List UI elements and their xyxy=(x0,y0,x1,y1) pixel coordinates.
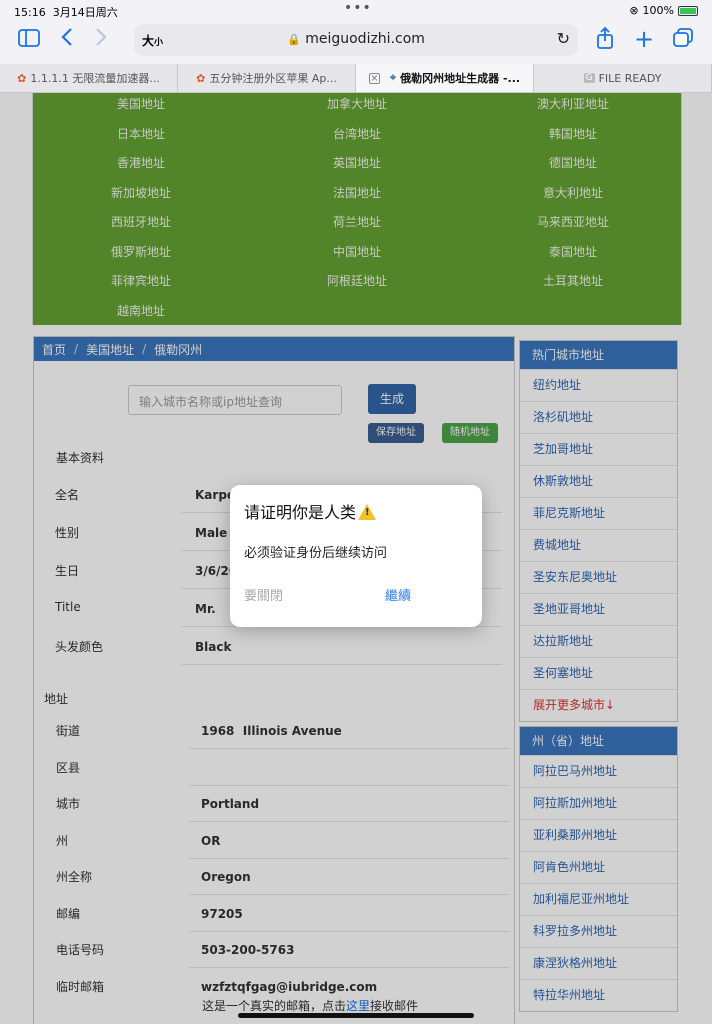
browser-toolbar: 大小 🔒 meiguodizhi.com ↻ + xyxy=(0,22,712,64)
dialog-continue-button[interactable]: 繼續 xyxy=(385,585,411,604)
link-icon: ⊗ xyxy=(629,4,639,17)
tabs-overview-icon[interactable] xyxy=(672,28,694,53)
sidebar-icon[interactable] xyxy=(18,28,40,52)
flower-icon: ✿ xyxy=(17,71,27,85)
map-pin-icon: ⌖ xyxy=(389,71,397,84)
home-indicator[interactable] xyxy=(238,1013,474,1018)
status-right: ⊗ 100% xyxy=(629,4,698,17)
battery-icon xyxy=(678,5,698,16)
status-time: 15:16 3月14日周六 xyxy=(14,6,118,19)
battery-percent: 100% xyxy=(642,4,674,17)
forward-icon[interactable] xyxy=(94,26,108,53)
share-icon[interactable] xyxy=(596,26,614,55)
dialog-dismiss-button[interactable]: 要關閉 xyxy=(244,585,283,604)
file-favicon-icon: G xyxy=(583,73,595,83)
tab-3[interactable]: × ⌖ 俄勒冈州地址生成器 -... xyxy=(356,64,534,92)
tab-strip: ✿ 1.1.1.1 无限流量加速器... ✿ 五分钟注册外区苹果 Ap... × ⌖ 俄… xyxy=(0,64,712,93)
tab-2[interactable]: ✿ 五分钟注册外区苹果 Ap... xyxy=(178,64,356,92)
reload-icon[interactable]: ↻ xyxy=(557,29,570,48)
dialog-title: 请证明你是人类 xyxy=(244,499,377,523)
new-tab-icon[interactable]: + xyxy=(634,25,654,53)
lock-icon: 🔒 xyxy=(287,33,301,46)
url-host: 🔒 meiguodizhi.com xyxy=(287,31,425,47)
warning-icon xyxy=(358,504,377,520)
verification-dialog: 请证明你是人类 必须验证身份后继续访问 要關閉 繼續 xyxy=(230,485,482,627)
tab-4[interactable]: G FILE READY xyxy=(534,64,712,92)
status-bar: 15:16 3月14日周六 ••• ⊗ 100% xyxy=(0,0,712,22)
dialog-message: 必须验证身份后继续访问 xyxy=(244,546,388,561)
back-icon[interactable] xyxy=(60,26,74,53)
close-tab-icon[interactable]: × xyxy=(368,72,380,84)
tab-1[interactable]: ✿ 1.1.1.1 无限流量加速器... xyxy=(0,64,178,92)
multitask-dots[interactable]: ••• xyxy=(344,0,372,16)
address-bar[interactable]: 大小 🔒 meiguodizhi.com ↻ xyxy=(134,24,578,56)
flower-icon: ✿ xyxy=(196,71,206,85)
